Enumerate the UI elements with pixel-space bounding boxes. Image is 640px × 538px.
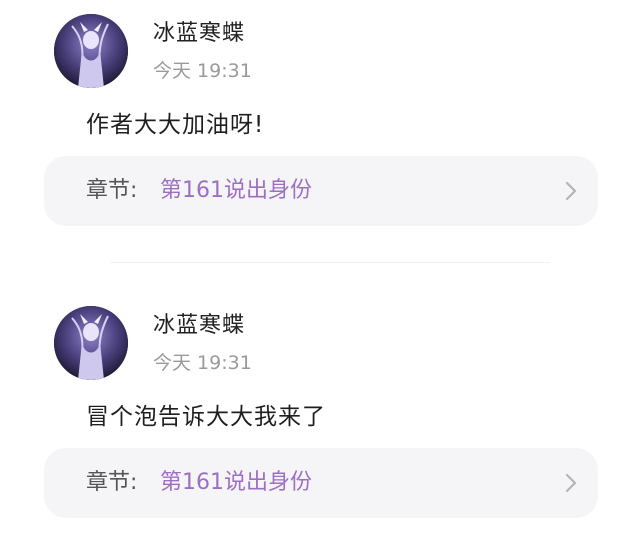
username[interactable]: 冰蓝寒蝶 [153,312,245,340]
chapter-title-link[interactable]: 第161说出身份 [160,176,312,206]
chapter-label: 章节: [86,178,138,203]
username[interactable]: 冰蓝寒蝶 [153,20,245,48]
comment-text: 冒个泡告诉大大我来了 [86,404,326,430]
comment-text: 作者大大加油呀! [86,112,265,138]
timestamp: 今天 19:31 [153,352,252,374]
chevron-right-icon [564,472,578,494]
chapter-title-link[interactable]: 第161说出身份 [160,468,312,498]
chevron-right-icon [564,180,578,202]
chapter-label: 章节: [86,470,138,495]
avatar[interactable] [54,306,128,380]
chapter-link-card[interactable]: 章节: 第161说出身份 [44,448,598,518]
divider [110,262,550,263]
avatar[interactable] [54,14,128,88]
timestamp: 今天 19:31 [153,60,252,82]
chapter-link-card[interactable]: 章节: 第161说出身份 [44,156,598,226]
